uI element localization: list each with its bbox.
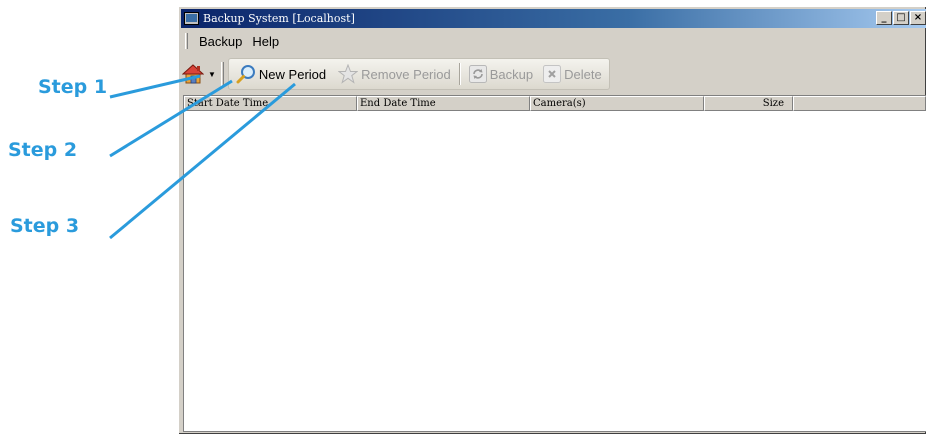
home-button[interactable]: ▼ bbox=[181, 61, 217, 87]
new-period-label: New Period bbox=[258, 66, 327, 82]
minimize-button[interactable]: _ bbox=[876, 11, 892, 25]
star-icon bbox=[338, 64, 359, 84]
maximize-button[interactable]: □ bbox=[893, 11, 909, 25]
home-icon bbox=[182, 64, 204, 84]
column-filler bbox=[793, 96, 926, 111]
list-header: Start Date Time End Date Time Camera(s) … bbox=[184, 96, 926, 111]
menu-grip[interactable] bbox=[185, 33, 188, 49]
toolbar: ▼ New Period Remove Period Backup Delete bbox=[181, 57, 926, 91]
step-2-label: Step 2 bbox=[8, 139, 78, 161]
title-bar[interactable]: Backup System [Localhost] _ □ × bbox=[181, 9, 926, 28]
new-period-button[interactable]: New Period bbox=[233, 61, 329, 87]
delete-button[interactable]: Delete bbox=[540, 61, 605, 87]
toolbar-group: New Period Remove Period Backup Delete bbox=[227, 58, 610, 90]
backup-label: Backup bbox=[489, 66, 534, 82]
column-size[interactable]: Size bbox=[704, 96, 793, 111]
step-1-label: Step 1 bbox=[38, 76, 108, 98]
delete-label: Delete bbox=[564, 66, 602, 82]
close-button[interactable]: × bbox=[910, 11, 926, 25]
chevron-down-icon[interactable]: ▼ bbox=[208, 70, 216, 79]
backup-button[interactable]: Backup bbox=[466, 61, 536, 87]
column-start-date-time[interactable]: Start Date Time bbox=[184, 96, 357, 111]
column-cameras[interactable]: Camera(s) bbox=[530, 96, 704, 111]
toolbar-separator bbox=[458, 63, 461, 85]
menu-backup[interactable]: Backup bbox=[194, 34, 247, 49]
step-3-label: Step 3 bbox=[10, 215, 80, 237]
remove-period-button[interactable]: Remove Period bbox=[335, 61, 454, 87]
column-end-date-time[interactable]: End Date Time bbox=[357, 96, 530, 111]
remove-period-label: Remove Period bbox=[361, 66, 451, 82]
backup-list[interactable]: Start Date Time End Date Time Camera(s) … bbox=[183, 95, 926, 432]
x-icon bbox=[543, 65, 562, 83]
backup-system-window: Backup System [Localhost] _ □ × Backup H… bbox=[177, 5, 926, 434]
menu-help[interactable]: Help bbox=[247, 34, 284, 49]
refresh-icon bbox=[468, 65, 487, 83]
window-controls: _ □ × bbox=[876, 11, 926, 25]
toolbar-grip[interactable] bbox=[220, 62, 224, 86]
magnifier-icon bbox=[236, 65, 255, 84]
window-title: Backup System [Localhost] bbox=[203, 12, 355, 25]
menu-bar: Backup Help bbox=[181, 30, 926, 52]
app-icon bbox=[184, 12, 199, 25]
